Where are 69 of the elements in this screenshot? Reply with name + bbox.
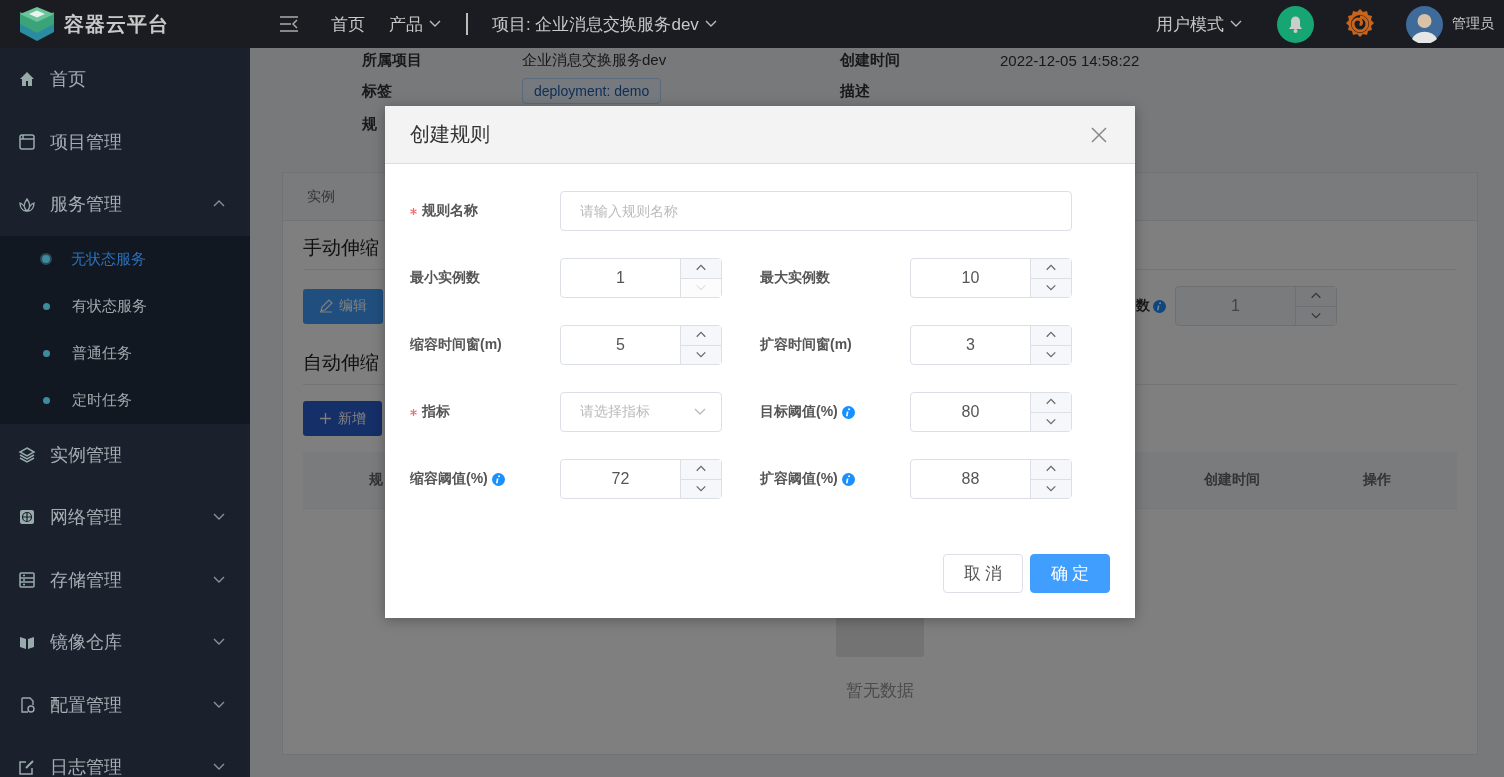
pencil-icon <box>319 299 333 313</box>
field-label: 数 <box>1136 297 1150 315</box>
field-label: 扩容阈值(%) <box>760 470 838 488</box>
field-label: 扩容时间窗(m) <box>760 336 852 354</box>
field-label: 规 <box>362 114 377 134</box>
sidebar-item[interactable]: 配置管理 <box>0 673 250 736</box>
field-label: 规则名称 <box>422 202 478 220</box>
bullet-icon <box>40 253 52 265</box>
field-value: 2022-12-05 14:58:22 <box>1000 51 1140 69</box>
number-input[interactable]: 88 <box>910 459 1072 499</box>
field-label: 标签 <box>362 81 392 101</box>
plus-icon <box>319 412 332 425</box>
field-label: 缩容时间窗(m) <box>410 336 502 354</box>
number-input[interactable]: 80 <box>910 392 1072 432</box>
submenu-item[interactable]: 定时任务 <box>0 376 250 424</box>
user-name[interactable]: 管理员 <box>1452 15 1494 33</box>
field-label: 创建时间 <box>840 50 900 70</box>
sidebar-item[interactable]: 镜像仓库 <box>0 611 250 674</box>
sidebar-item[interactable]: 实例管理 <box>0 423 250 486</box>
bullet-icon <box>43 396 50 404</box>
dialog-title: 创建规则 <box>410 122 490 147</box>
number-input[interactable]: 5 <box>560 325 722 365</box>
avatar-icon[interactable] <box>1406 5 1443 43</box>
sidebar-item[interactable]: 首页 <box>0 48 250 111</box>
close-icon[interactable] <box>1091 126 1107 143</box>
app-title: 容器云平台 <box>64 11 169 37</box>
submenu-item[interactable]: 普通任务 <box>0 329 250 377</box>
field-label: 指标 <box>422 403 450 421</box>
nav-link[interactable]: 产品 <box>389 12 442 36</box>
file-gear-icon <box>18 695 36 714</box>
field-label: 所属项目 <box>362 50 422 70</box>
field-label: 目标阈值(%) <box>760 403 838 421</box>
submenu-item[interactable]: 无状态服务 <box>0 235 250 283</box>
sidebar-item[interactable]: 存储管理 <box>0 548 250 611</box>
column-header: 操作 <box>1362 471 1392 489</box>
sidebar-item[interactable]: 日志管理 <box>0 736 250 777</box>
server-icon <box>18 570 36 589</box>
name-input[interactable]: 请输入规则名称 <box>560 191 1072 231</box>
layers-icon <box>18 445 36 464</box>
number-input[interactable]: 10 <box>910 258 1072 298</box>
menu-icon[interactable] <box>279 16 299 32</box>
nav-link[interactable]: 首页 <box>331 12 365 36</box>
field-label: 最大实例数 <box>760 269 830 287</box>
edit-icon <box>18 758 36 777</box>
info-icon <box>1153 299 1166 313</box>
bell-icon[interactable] <box>1277 5 1314 43</box>
sidebar-item[interactable]: 服务管理 <box>0 173 250 236</box>
number-input[interactable]: 3 <box>910 325 1072 365</box>
globe-icon <box>18 508 36 527</box>
mode-dropdown[interactable]: 用户模式 <box>1156 12 1243 36</box>
project-dropdown[interactable]: 项目: 企业消息交换服务dev <box>492 12 718 36</box>
logo-icon <box>18 6 56 42</box>
sidebar-item[interactable]: 网络管理 <box>0 486 250 549</box>
field-value: 企业消息交换服务dev <box>522 50 667 70</box>
number-input[interactable]: 72 <box>560 459 722 499</box>
bullet-icon <box>43 349 50 357</box>
window-icon <box>18 132 36 151</box>
number-input[interactable]: 1 <box>560 258 722 298</box>
home-icon <box>18 70 36 89</box>
column-header: 创建时间 <box>1203 471 1261 489</box>
sidebar-item[interactable]: 项目管理 <box>0 110 250 173</box>
bullet-icon <box>43 302 50 310</box>
submenu-item[interactable]: 有状态服务 <box>0 282 250 330</box>
field-label: 最小实例数 <box>410 269 480 287</box>
label-tag: deployment: demo <box>522 78 662 104</box>
column-header: 规 <box>369 471 383 489</box>
cancel-button[interactable]: 取 消 <box>943 554 1023 593</box>
field-label: 描述 <box>840 81 870 101</box>
field-label: 缩容阈值(%) <box>410 470 488 488</box>
